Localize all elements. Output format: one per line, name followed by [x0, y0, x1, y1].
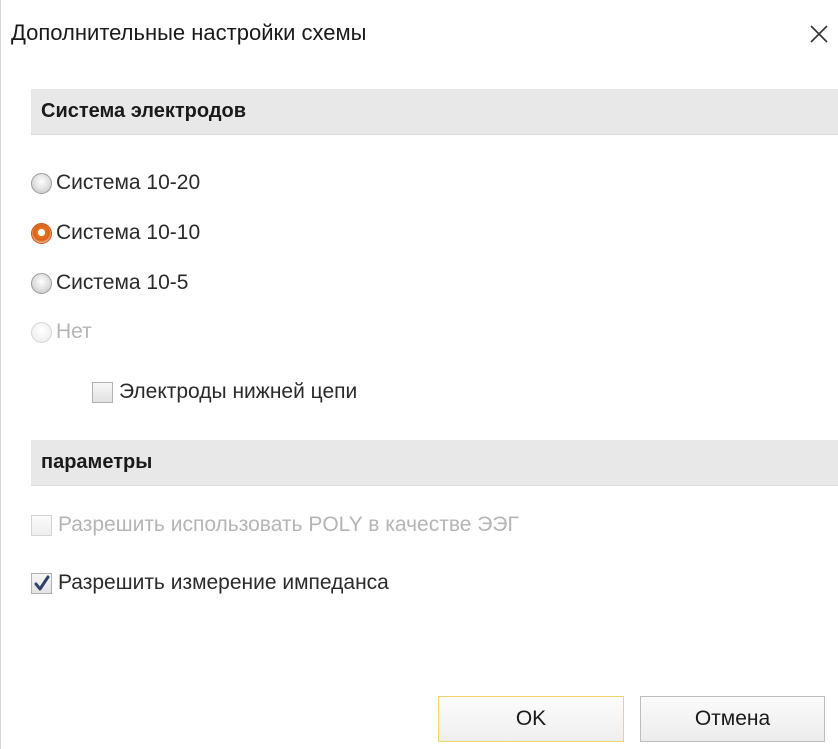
close-icon — [810, 25, 828, 43]
radio-icon[interactable] — [31, 272, 52, 294]
checkbox-allow-poly: Разрешить использовать POLY в качестве Э… — [31, 509, 519, 541]
checkmark-icon — [34, 575, 50, 590]
section-title-electrodes: Система электродов — [41, 100, 247, 122]
radio-system-10-5[interactable]: Система 10-5 — [31, 267, 188, 299]
section-header-electrodes: Система электродов — [31, 89, 838, 135]
checkbox-icon[interactable] — [92, 381, 113, 403]
checkbox-checked-icon[interactable] — [31, 572, 52, 594]
radio-system-10-10[interactable]: Система 10-10 — [31, 217, 200, 249]
checkbox-label: Электроды нижней цепи — [119, 380, 358, 403]
section-title-params: параметры — [41, 451, 153, 473]
radio-none: Нет — [31, 316, 92, 348]
radio-checked-icon[interactable] — [31, 222, 52, 244]
radio-system-10-20[interactable]: Система 10-20 — [31, 167, 200, 199]
cancel-button[interactable]: Отмена — [640, 696, 825, 742]
dialog-content: Система электродов Система 10-20 Система… — [31, 89, 838, 749]
radio-label: Система 10-10 — [56, 221, 201, 244]
checkbox-lower-chain-electrodes[interactable]: Электроды нижней цепи — [92, 376, 357, 408]
radio-disabled-icon — [31, 321, 52, 343]
checkbox-allow-impedance[interactable]: Разрешить измерение импеданса — [31, 567, 389, 599]
radio-label: Система 10-5 — [56, 271, 189, 294]
section-header-params: параметры — [31, 440, 838, 486]
radio-label: Система 10-20 — [56, 171, 201, 194]
checkbox-disabled-icon — [31, 514, 52, 536]
checkbox-label: Разрешить измерение импеданса — [58, 571, 389, 594]
close-button[interactable] — [799, 14, 838, 54]
radio-icon[interactable] — [31, 172, 52, 194]
radio-label: Нет — [56, 320, 92, 343]
dialog: Дополнительные настройки схемы Система э… — [0, 0, 838, 749]
dialog-title: Дополнительные настройки схемы — [11, 20, 367, 45]
title-bar: Дополнительные настройки схемы — [1, 0, 838, 76]
checkbox-label: Разрешить использовать POLY в качестве Э… — [58, 513, 519, 536]
ok-button[interactable]: OK — [438, 696, 624, 742]
